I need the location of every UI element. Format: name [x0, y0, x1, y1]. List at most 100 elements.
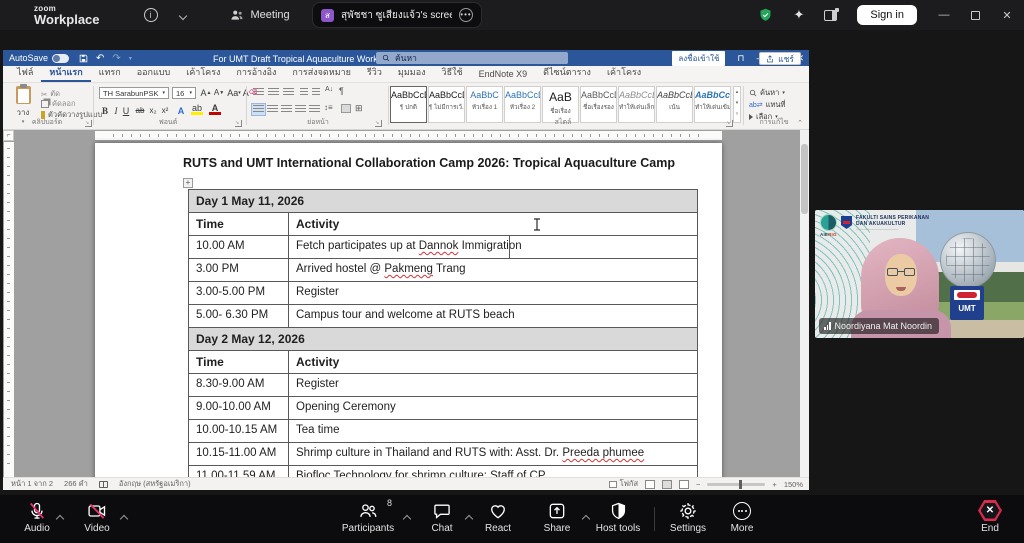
time-column-header[interactable]: Time	[189, 213, 289, 235]
minimize-icon[interactable]: —	[937, 9, 951, 21]
read-mode-icon[interactable]	[645, 480, 655, 489]
time-cell[interactable]: 10.15-11.00 AM	[189, 443, 289, 465]
ribbon-tab[interactable]: ดีไซน์ตาราง	[535, 63, 599, 82]
time-column-header[interactable]: Time	[189, 351, 289, 373]
time-cell[interactable]: 10.00-10.15 AM	[189, 420, 289, 442]
activity-cell[interactable]: Register	[289, 374, 697, 396]
pilcrow-button[interactable]: ¶	[339, 86, 352, 97]
numbered-list-button[interactable]	[267, 87, 280, 98]
side-panel-icon[interactable]	[824, 10, 837, 21]
style-card[interactable]: AaBbCcDทำให้เด่นเล็ก...	[618, 86, 655, 123]
ribbon-tab[interactable]: หน้าแรก	[41, 63, 90, 82]
host-tools-button[interactable]: Host tools	[578, 500, 658, 534]
table-row[interactable]: 3.00 PMArrived hostel @ Pakmeng Trang	[189, 259, 697, 282]
activity-cell[interactable]: Tea time	[289, 420, 697, 442]
scrollbar-thumb[interactable]	[801, 144, 808, 214]
video-menu-chevron[interactable]	[121, 509, 127, 527]
align-left-button[interactable]	[252, 104, 265, 115]
zoom-slider-thumb[interactable]	[739, 480, 742, 489]
table-row[interactable]: 9.00-10.00 AMOpening Ceremony	[189, 397, 697, 420]
undo-icon[interactable]: ↶	[96, 53, 104, 64]
time-cell[interactable]: 5.00- 6.30 PM	[189, 305, 289, 327]
participant-video-tile[interactable]: UMT AIERIG FAKULTI SAINS PERIKANAN DAN A…	[815, 210, 1024, 338]
ribbon-tab[interactable]: ออกแบบ	[129, 63, 179, 82]
table-row[interactable]: 10.15-11.00 AMShrimp culture in Thailand…	[189, 443, 697, 466]
activity-cell[interactable]: Campus tour and welcome at RUTS beach	[289, 305, 697, 327]
redo-icon[interactable]: ↷	[112, 53, 120, 64]
zoom-in-button[interactable]: +	[772, 480, 776, 489]
word-sign-in-button[interactable]: ลงชื่อเข้าใช้	[672, 51, 725, 66]
word-count[interactable]: 266 คำ	[64, 478, 88, 490]
increase-indent-button[interactable]	[311, 87, 324, 98]
ribbon-tab[interactable]: เค้าโครง	[178, 63, 228, 82]
style-card[interactable]: AaBbCcDทำให้เด่นเข้ม...	[694, 86, 731, 123]
tab-shared-screen[interactable]: ส สุพัชชา ซูเสียงแจ้ว's screen •••	[312, 2, 482, 28]
style-card[interactable]: AaBbCcDเน้น	[656, 86, 693, 123]
vertical-scrollbar[interactable]	[800, 130, 809, 477]
ai-companion-icon[interactable]: ✦	[793, 7, 804, 23]
time-cell[interactable]: 9.00-10.00 AM	[189, 397, 289, 419]
borders-button[interactable]: ⊞	[355, 103, 368, 114]
table-row[interactable]: 8.30-9.00 AMRegister	[189, 374, 697, 397]
align-center-button[interactable]	[266, 104, 279, 115]
close-icon[interactable]: ✕	[1000, 9, 1014, 22]
strikethrough-button[interactable]: ab	[134, 104, 146, 117]
clipboard-dialog-launcher[interactable]: ↘	[85, 120, 92, 127]
time-cell[interactable]: 10.00 AM	[189, 236, 289, 258]
find-button[interactable]: ค้นหา▾	[749, 87, 785, 99]
autosave-toggle[interactable]: AutoSave	[9, 53, 69, 63]
proofing-icon[interactable]	[99, 481, 108, 488]
print-layout-icon[interactable]	[662, 480, 672, 489]
activity-cell[interactable]: Arrived hostel @ Pakmeng Trang	[289, 259, 697, 281]
table-row[interactable]: 11.00-11.59 AMBiofloc Technology for shr…	[189, 466, 697, 477]
multilevel-list-button[interactable]	[282, 87, 295, 98]
replace-button[interactable]: ab⇄ แทนที่	[749, 99, 786, 111]
grow-font-button[interactable]: A▲	[200, 86, 212, 99]
word-share-button[interactable]: แชร์	[759, 52, 801, 65]
zoom-out-button[interactable]: −	[696, 480, 700, 489]
ribbon-tab[interactable]: การอ้างอิง	[228, 63, 284, 82]
time-cell[interactable]: 3.00 PM	[189, 259, 289, 281]
qat-customize-icon[interactable]: ▾	[129, 55, 132, 62]
ribbon-display-options-icon[interactable]: ⊓	[737, 53, 744, 64]
underline-button[interactable]: U	[120, 104, 132, 117]
bullet-list-button[interactable]	[252, 87, 265, 98]
font-color-button[interactable]: A	[209, 104, 221, 115]
table-header-row[interactable]: TimeActivity	[189, 351, 697, 374]
ribbon-tab[interactable]: เค้าโครง	[599, 63, 649, 82]
shading-button[interactable]	[341, 104, 351, 113]
tab-meeting[interactable]: Meeting	[230, 9, 290, 21]
highlight-button[interactable]: ab	[191, 104, 203, 115]
align-right-button[interactable]	[280, 104, 293, 115]
dropdown-chevron-icon[interactable]	[180, 6, 186, 24]
line-spacing-button[interactable]: ↕≡	[324, 103, 337, 114]
activity-cell[interactable]: Fetch participates up at Dannok Immigrat…	[289, 236, 697, 258]
distribute-button[interactable]	[308, 104, 321, 115]
font-dialog-launcher[interactable]: ↘	[235, 120, 242, 127]
sign-in-button[interactable]: Sign in	[857, 5, 917, 25]
subscript-button[interactable]: x₂	[147, 104, 159, 117]
collapse-ribbon-icon[interactable]: ⌃	[797, 119, 803, 127]
table-move-handle[interactable]: +	[183, 178, 193, 188]
document-heading[interactable]: RUTS and UMT International Collaboration…	[183, 156, 653, 170]
more-button[interactable]: More	[702, 500, 782, 534]
table-day-header[interactable]: Day 1 May 11, 2026	[189, 190, 697, 213]
web-layout-icon[interactable]	[679, 480, 689, 489]
font-size-combo[interactable]: 16▾	[172, 87, 196, 99]
end-button[interactable]: ✕ End	[950, 500, 1024, 534]
ribbon-tab[interactable]: รีวิว	[359, 63, 390, 82]
ribbon-tab[interactable]: EndNote X9	[471, 67, 536, 82]
table-row[interactable]: 10.00 AMFetch participates up at Dannok …	[189, 236, 697, 259]
style-card[interactable]: AaBbCcD¶ ปกติ	[390, 86, 427, 123]
info-icon[interactable]: i	[144, 8, 158, 22]
style-card[interactable]: AaBbCหัวเรื่อง 1	[466, 86, 503, 123]
superscript-button[interactable]: x²	[159, 104, 171, 117]
participants-button[interactable]: 8 Participants	[328, 500, 408, 534]
activity-cell[interactable]: Register	[289, 282, 697, 304]
language-indicator[interactable]: อังกฤษ (สหรัฐอเมริกา)	[119, 478, 191, 490]
paragraph-dialog-launcher[interactable]: ↘	[375, 120, 382, 127]
table-header-row[interactable]: TimeActivity	[189, 213, 697, 236]
tab-stop-selector[interactable]: ⌐	[3, 130, 14, 141]
style-card[interactable]: AaBbCcD¶ ไม่มีการเว้...	[428, 86, 465, 123]
maximize-icon[interactable]	[971, 11, 980, 20]
